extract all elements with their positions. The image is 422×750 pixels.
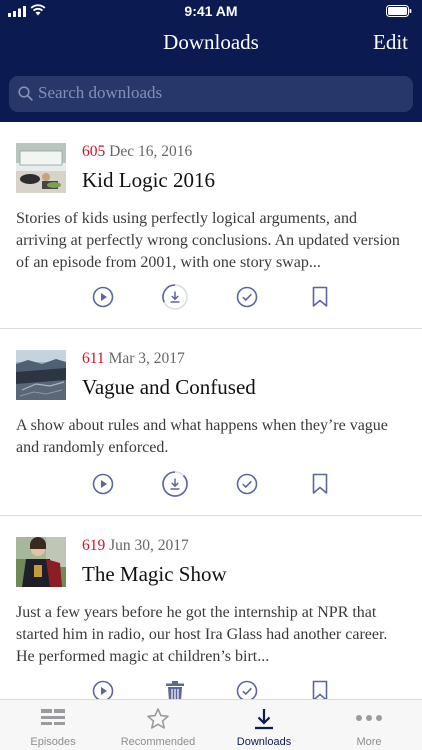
episode-title[interactable]: The Magic Show	[82, 562, 227, 587]
play-icon	[92, 680, 114, 699]
bookmark-button[interactable]	[305, 676, 335, 699]
battery-icon	[386, 5, 412, 17]
episode-item[interactable]: 619 Jun 30, 2017 The Magic Show Just a f…	[0, 516, 422, 699]
play-button[interactable]	[88, 469, 118, 499]
check-circle-icon	[236, 680, 258, 699]
episode-meta: 619 Jun 30, 2017	[82, 537, 189, 555]
check-circle-icon	[236, 286, 258, 308]
play-button[interactable]	[88, 282, 118, 312]
bookmark-icon	[312, 286, 328, 307]
bookmark-icon	[312, 473, 328, 494]
episode-description: Stories of kids using perfectly logical …	[16, 210, 400, 271]
delete-download-button[interactable]	[160, 676, 190, 699]
episode-description: A show about rules and what happens when…	[16, 417, 388, 456]
episode-item[interactable]: 605 Dec 16, 2016 Kid Logic 2016 Stories …	[0, 122, 422, 329]
tab-bar: Episodes Recommended Downloads More	[0, 699, 422, 750]
tab-more[interactable]: More	[316, 700, 422, 750]
check-circle-icon	[236, 473, 258, 495]
search-icon	[18, 86, 33, 101]
tab-recommended[interactable]: Recommended	[105, 700, 211, 750]
play-button[interactable]	[88, 676, 118, 699]
bookmark-button[interactable]	[305, 469, 335, 499]
tab-label: Episodes	[30, 736, 76, 748]
episode-date: Jun 30, 2017	[109, 537, 189, 554]
navigation-header: 9:41 AM Downloads Edit Search downloads	[0, 0, 422, 122]
download-progress-button[interactable]	[160, 469, 190, 499]
status-bar: 9:41 AM	[0, 0, 422, 22]
episode-title[interactable]: Vague and Confused	[82, 375, 256, 400]
search-input[interactable]: Search downloads	[9, 76, 413, 112]
episode-date: Dec 16, 2016	[109, 143, 193, 160]
episode-item[interactable]: 611 Mar 3, 2017 Vague and Confused A sho…	[0, 329, 422, 516]
mark-played-button[interactable]	[232, 282, 262, 312]
episode-actions	[0, 676, 422, 699]
bookmark-icon	[312, 680, 328, 699]
trash-icon	[166, 681, 184, 699]
mark-played-button[interactable]	[232, 676, 262, 699]
episode-date: Mar 3, 2017	[108, 350, 185, 367]
bookmark-button[interactable]	[305, 282, 335, 312]
episode-thumbnail	[16, 143, 66, 193]
tab-label: Downloads	[236, 736, 292, 748]
download-progress-icon	[162, 471, 188, 497]
episode-actions	[0, 282, 422, 312]
star-icon	[147, 708, 169, 729]
edit-button[interactable]: Edit	[373, 30, 408, 55]
episode-number: 605	[82, 143, 106, 160]
page-title: Downloads	[163, 30, 259, 54]
more-icon	[356, 715, 382, 721]
episode-thumbnail	[16, 350, 66, 400]
search-placeholder: Search downloads	[38, 83, 163, 102]
episode-thumbnail	[16, 537, 66, 587]
play-icon	[92, 286, 114, 308]
episode-number: 619	[82, 537, 106, 554]
download-progress-button[interactable]	[160, 282, 190, 312]
episode-meta: 611 Mar 3, 2017	[82, 350, 185, 368]
episode-number: 611	[82, 350, 105, 367]
episode-meta: 605 Dec 16, 2016	[82, 143, 192, 161]
play-icon	[92, 473, 114, 495]
tab-episodes[interactable]: Episodes	[0, 700, 106, 750]
episode-actions	[0, 469, 422, 499]
episode-title[interactable]: Kid Logic 2016	[82, 168, 215, 193]
download-progress-icon	[162, 284, 188, 310]
episode-description: Just a few years before he got the inter…	[16, 604, 388, 665]
tab-label: More	[356, 736, 382, 748]
episodes-icon	[41, 709, 65, 725]
download-icon	[255, 709, 273, 730]
status-time: 9:41 AM	[184, 3, 238, 19]
tab-label: Recommended	[120, 736, 196, 748]
tab-downloads[interactable]: Downloads	[211, 700, 317, 750]
mark-played-button[interactable]	[232, 469, 262, 499]
downloads-list[interactable]: 605 Dec 16, 2016 Kid Logic 2016 Stories …	[0, 122, 422, 699]
